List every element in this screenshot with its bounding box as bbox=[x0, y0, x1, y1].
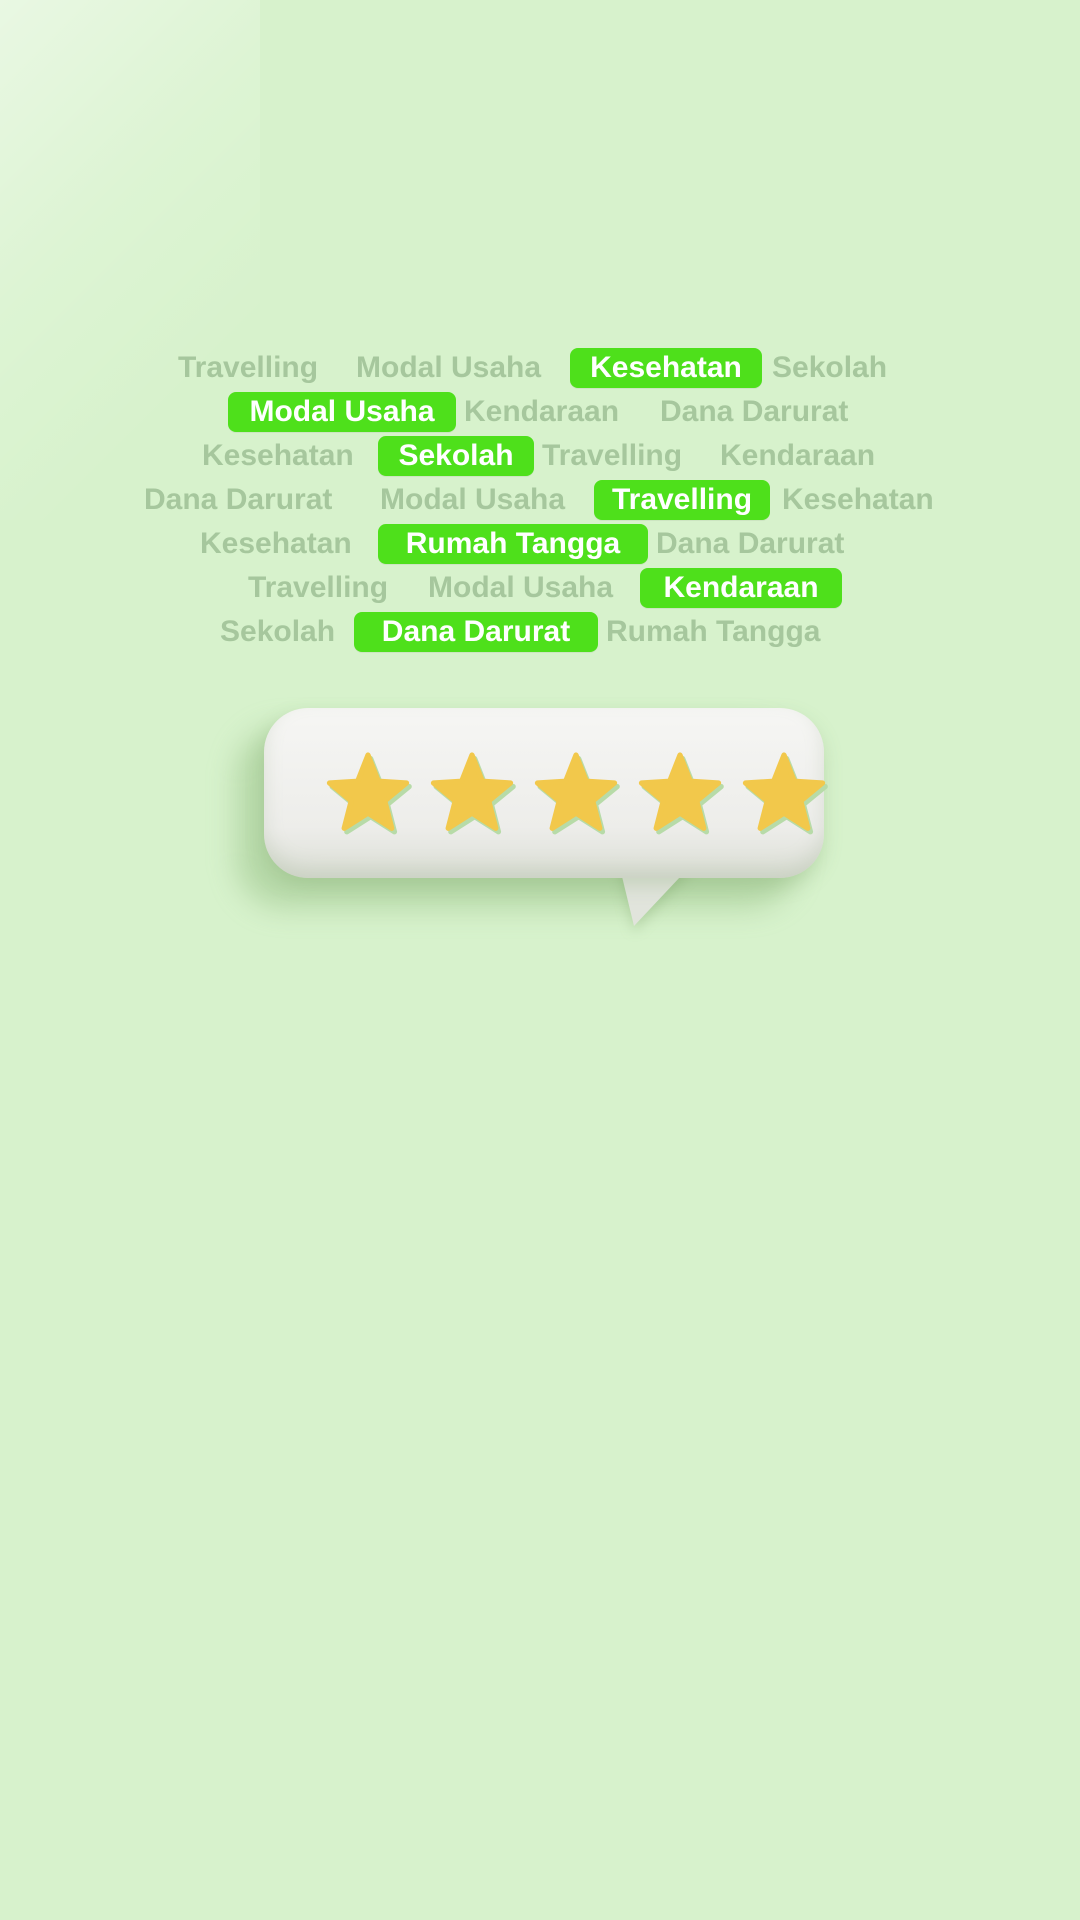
tag-item: Kendaraan bbox=[720, 439, 876, 472]
tag-item: Modal Usaha bbox=[380, 483, 566, 516]
tag-row: Kesehatan Rumah Tangga Dana Darurat bbox=[0, 524, 1080, 568]
tag-item: Sekolah bbox=[772, 351, 888, 384]
star-icon bbox=[430, 752, 516, 835]
tag-row: Kesehatan Sekolah Travelling Kendaraan bbox=[0, 436, 1080, 480]
tag-item: Sekolah bbox=[220, 615, 336, 648]
tag-item: Travelling bbox=[248, 571, 389, 604]
star-icon bbox=[638, 752, 724, 835]
tag-item: Travelling bbox=[178, 351, 319, 384]
tag-item: Kesehatan bbox=[200, 527, 352, 560]
star-rating bbox=[324, 748, 844, 848]
tag-item: Travelling bbox=[542, 439, 683, 472]
tag-item: Dana Darurat bbox=[144, 483, 333, 516]
tag-item-highlighted: Sekolah bbox=[378, 436, 534, 476]
star-icon bbox=[534, 752, 620, 835]
tag-item-highlighted: Kesehatan bbox=[570, 348, 762, 388]
bubble-body bbox=[264, 708, 828, 878]
tag-item: Rumah Tangga bbox=[606, 615, 821, 648]
tag-item-highlighted: Modal Usaha bbox=[228, 392, 456, 432]
tag-cloud: Travelling Modal Usaha Kesehatan Sekolah… bbox=[0, 348, 1080, 656]
tag-item: Kendaraan bbox=[464, 395, 620, 428]
tag-item: Modal Usaha bbox=[356, 351, 542, 384]
tag-item-highlighted: Travelling bbox=[594, 480, 770, 520]
tag-item-highlighted: Dana Darurat bbox=[354, 612, 598, 652]
tag-row: Modal Usaha Kendaraan Dana Darurat bbox=[0, 392, 1080, 436]
tag-row: Dana Darurat Modal Usaha Travelling Kese… bbox=[0, 480, 1080, 524]
tag-row: Sekolah Dana Darurat Rumah Tangga bbox=[0, 612, 1080, 656]
star-icon bbox=[326, 752, 412, 835]
rating-bubble bbox=[230, 700, 850, 950]
tag-item: Dana Darurat bbox=[660, 395, 849, 428]
star-icon bbox=[742, 752, 828, 835]
tag-item: Modal Usaha bbox=[428, 571, 614, 604]
tag-row: Travelling Modal Usaha Kendaraan bbox=[0, 568, 1080, 612]
tag-row: Travelling Modal Usaha Kesehatan Sekolah bbox=[0, 348, 1080, 392]
tag-item: Dana Darurat bbox=[656, 527, 845, 560]
tag-item-highlighted: Rumah Tangga bbox=[378, 524, 648, 564]
tag-item: Kesehatan bbox=[202, 439, 354, 472]
tag-item: Kesehatan bbox=[782, 483, 934, 516]
tag-item-highlighted: Kendaraan bbox=[640, 568, 842, 608]
